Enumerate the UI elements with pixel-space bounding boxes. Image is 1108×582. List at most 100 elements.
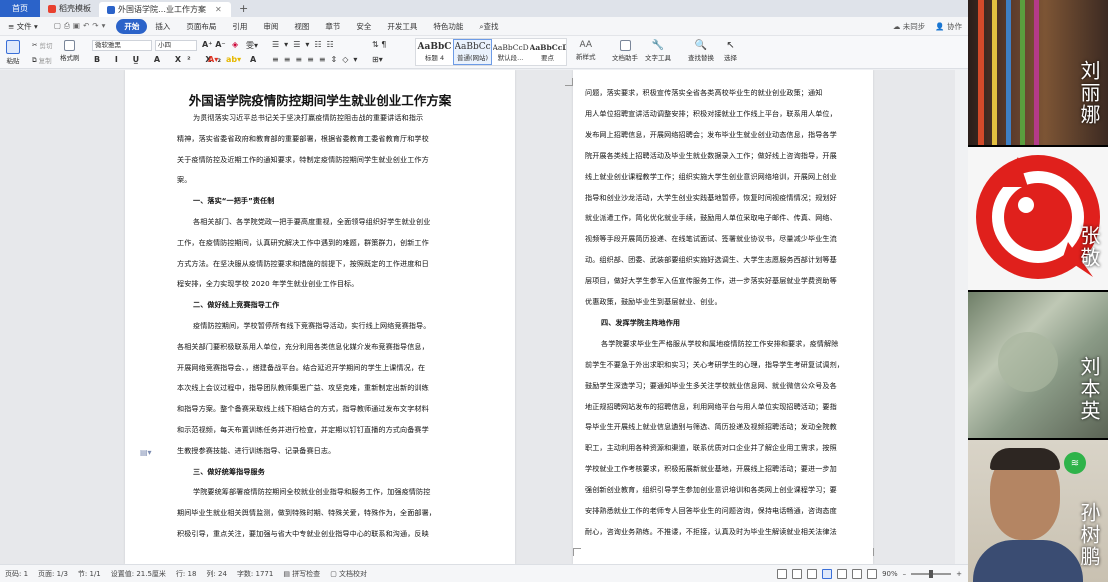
eye-protect-icon[interactable] [777, 568, 788, 579]
menu-insert[interactable]: 插入 [147, 21, 178, 32]
paragraph-line: 职工，主动利用各种资源和渠道，联系优质对口企业并了解企业用工需求，按照 [585, 443, 837, 453]
view-outline-icon[interactable] [807, 568, 818, 579]
text-tools-label: 文字工具 [645, 54, 671, 62]
doc-assistant-button[interactable]: 文档助手 [612, 40, 638, 62]
style-keypoint[interactable]: AaBbCcDd要点 [529, 39, 566, 65]
font-name-select[interactable]: 微软雅黑 [92, 40, 152, 51]
doc-assistant-label: 文档助手 [612, 54, 638, 62]
video-background [1006, 0, 1011, 145]
paragraph-line: 各相关部门、各学院党政一把手要高度重视，全面领导组织好学生就业创业 [193, 217, 431, 226]
style-gallery: AaBbC标题 4 AaBbCcD普通(网站) AaBbCcDd默认段... A… [415, 38, 567, 66]
view-web-icon[interactable] [837, 568, 848, 579]
view-fullscreen-icon[interactable] [867, 568, 878, 579]
highlight-icon[interactable]: ab▾ [226, 55, 241, 64]
menu-special[interactable]: 特色功能 [425, 21, 471, 32]
copy-button[interactable]: ⧉ 复制 [32, 55, 52, 66]
new-style-button[interactable]: AA 新样式 [576, 40, 596, 61]
status-pages[interactable]: 页面: 1/3 [33, 569, 73, 579]
cut-button[interactable]: ✂ 剪切 [32, 40, 52, 50]
vertical-scrollbar[interactable] [955, 70, 968, 564]
style-preview: AaBbCcD [454, 42, 491, 52]
paragraph-line: 层项目，做好大学生参军入伍宣传服务工作，进一步落实好基层就业学费资助等 [585, 276, 837, 286]
tab-docer-label: 稻壳模板 [59, 4, 91, 13]
video-tile[interactable]: 刘丽娜 [968, 0, 1108, 145]
text-tools-button[interactable]: 🔧 文字工具 [645, 40, 671, 62]
video-background [998, 332, 1058, 392]
menu-security[interactable]: 安全 [348, 21, 379, 32]
collab-button[interactable]: 👤 协作 [935, 21, 962, 32]
style-name: 标题 4 [424, 54, 445, 62]
find-replace-button[interactable]: 🔍 查找替换 [688, 40, 714, 62]
wrench-icon: 🔧 [651, 40, 665, 51]
copy-icon: ⧉ [32, 55, 37, 64]
font-size-select[interactable]: 小四 [155, 40, 197, 51]
zoom-out-icon[interactable]: – [903, 570, 907, 578]
paragraph-line: 和示范视频，每天布置训练任务并进行检查，并定期以钉钉直播的方式向备赛学 [177, 425, 429, 434]
status-words[interactable]: 字数: 1771 [232, 569, 278, 579]
menu-search-label: 查找 [483, 21, 499, 31]
style-normal-web[interactable]: AaBbCcD 普通(网站) [453, 39, 492, 65]
menu-search[interactable]: ⌕查找 [471, 21, 506, 32]
view-read-icon[interactable] [852, 568, 863, 579]
video-tile[interactable]: ≋ 孙树鹏 [968, 440, 1108, 582]
clear-format-icon[interactable]: ◈ [232, 40, 238, 49]
style-preview: AaBbCcDd [529, 42, 566, 52]
cursor-icon: ↖ [726, 40, 735, 51]
menu-references[interactable]: 引用 [224, 21, 255, 32]
phonetic-icon[interactable]: 雯▾ [246, 40, 258, 51]
document-area[interactable]: 外国语学院疫情防控期间学生就业创业工作方案 为贯彻落实习近平总书记关于坚决打赢疫… [0, 70, 968, 564]
clipboard-icon [6, 40, 20, 54]
format-painter-button[interactable]: 格式刷 [60, 40, 80, 62]
new-tab-button[interactable]: + [231, 0, 256, 17]
tab-docer[interactable]: 稻壳模板 [40, 0, 99, 17]
paragraph-line: 程安排，全力实现学校 2020 年学生就业创业工作目标。 [177, 279, 359, 289]
menu-developer[interactable]: 开发工具 [379, 21, 425, 32]
border-icon[interactable]: ⊞▾ [372, 55, 383, 64]
select-button[interactable]: ↖ 选择 [724, 40, 737, 62]
paragraph-line: 就业派遣工作，简化优化就业手续，鼓励用人单位采取电子邮件、传真、网络、 [585, 213, 837, 223]
zoom-slider[interactable] [911, 569, 952, 578]
assistant-icon [619, 40, 631, 51]
menu-view[interactable]: 视图 [286, 21, 317, 32]
sort-icon[interactable]: ⇅ ¶ [372, 40, 386, 49]
style-default[interactable]: AaBbCcDd默认段... [492, 39, 529, 65]
tab-home[interactable]: 首页 [0, 0, 40, 17]
zoom-in-icon[interactable]: + [956, 570, 962, 578]
menu-file[interactable]: ≡ 文件 ▾ [0, 21, 46, 32]
char-border-icon[interactable]: A [250, 55, 256, 64]
style-heading4[interactable]: AaBbC 标题 4 [416, 39, 453, 65]
video-tile[interactable]: 张敬 [968, 147, 1108, 290]
doc-icon [107, 5, 115, 14]
zoom-level[interactable]: 90% [882, 570, 898, 578]
menu-start[interactable]: 开始 [116, 18, 148, 34]
paragraph-line: 各相关部门要积极联系用人单位，充分利用各类信息化媒介发布竞赛指导信息， [177, 341, 429, 351]
paragraph-line: 为贯彻落实习近平总书记关于坚决打赢疫情防控阻击战的重要讲话和指示 [193, 113, 424, 122]
proofread-button[interactable]: ▢ 文档校对 [325, 569, 372, 579]
font-color-icon[interactable]: A▾ [208, 55, 218, 64]
view-page-icon[interactable] [792, 568, 803, 579]
participant-name: 孙树鹏 [1077, 502, 1101, 568]
view-print-icon[interactable] [822, 568, 833, 579]
video-tile[interactable]: 刘本英 [968, 292, 1108, 438]
align-icons[interactable]: ≡≡≡≡≡⇕◇▾ [272, 55, 362, 64]
docer-icon [48, 4, 56, 13]
page-left[interactable]: 外国语学院疫情防控期间学生就业创业工作方案 为贯彻落实习近平总书记关于坚决打赢疫… [125, 70, 515, 564]
status-setting: 设置值: 21.5厘米 [110, 569, 166, 578]
close-icon[interactable]: ✕ [215, 5, 222, 14]
paragraph-line: 精神，落实省委省政府和教育部的重要部署，根据省委教育工委省教育厅和学校 [177, 133, 429, 143]
page-right[interactable]: 问题，落实要求，积极宣传落实全省各类高校毕业生的就业创业政策；通知 用人单位招聘宣… [573, 70, 873, 564]
participant-name: 张敬 [1077, 225, 1101, 269]
quick-access-icons[interactable]: ▢⎙▣↶↷▾ [46, 21, 117, 31]
paste-button[interactable]: 粘贴 [6, 40, 20, 65]
tab-document[interactable]: 外国语学院…业工作方案 ✕ [99, 2, 231, 17]
list-icons[interactable]: ☰▾☰▾☷☷ [272, 40, 339, 49]
menu-chapter[interactable]: 章节 [317, 21, 348, 32]
paste-label: 粘贴 [6, 57, 20, 65]
sync-status[interactable]: ☁ 未同步 [893, 21, 925, 32]
wps-writer-window: 首页 稻壳模板 外国语学院…业工作方案 ✕ + ≡ 文件 ▾ ▢⎙▣↶↷▾ 开始 … [0, 0, 968, 582]
paragraph-marker-icon[interactable]: ▤▾ [140, 448, 152, 457]
grow-font-icon[interactable]: A⁺ A⁻ [202, 40, 226, 49]
menu-review[interactable]: 审阅 [255, 21, 286, 32]
spell-check-button[interactable]: ▤ 拼写检查 [278, 569, 325, 579]
menu-layout[interactable]: 页面布局 [178, 21, 224, 32]
